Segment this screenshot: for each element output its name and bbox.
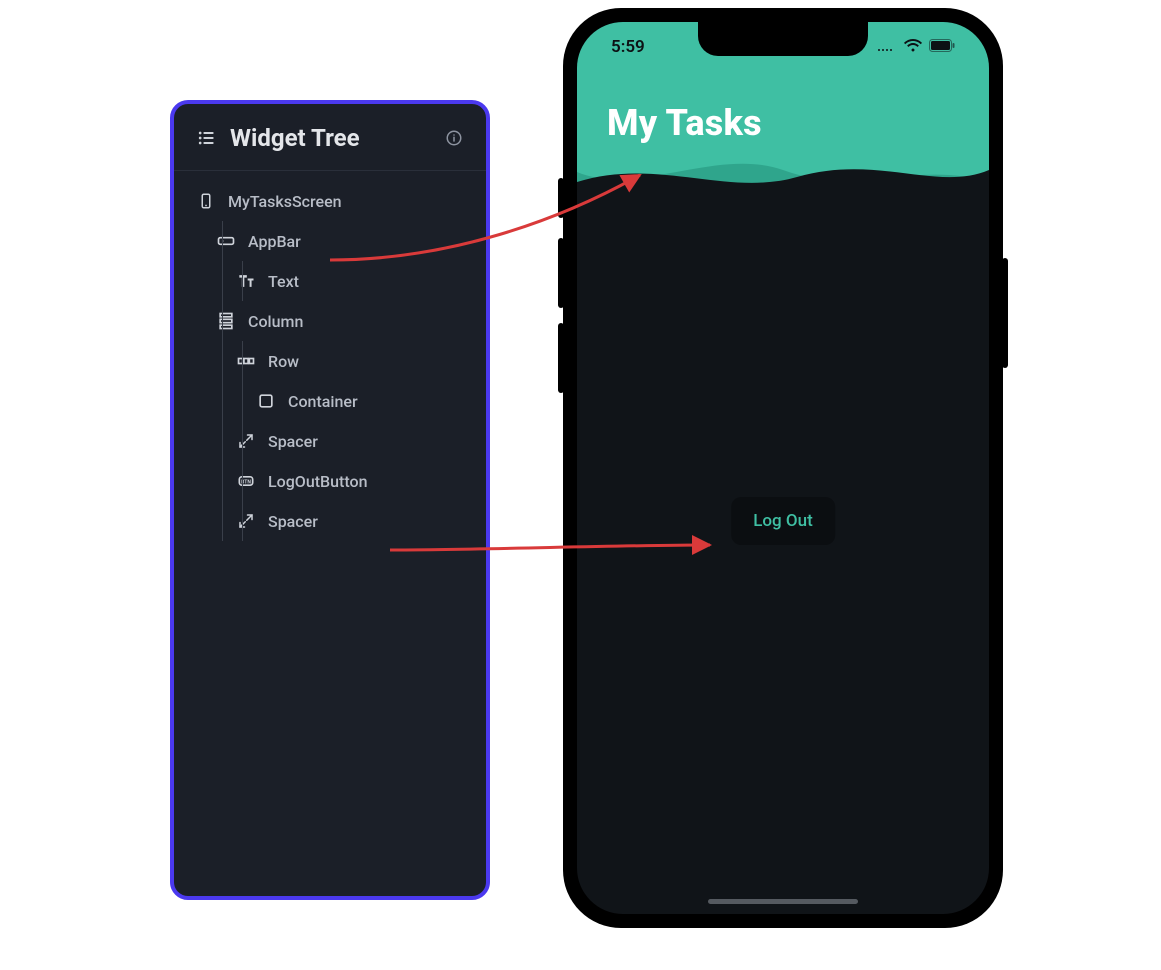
phone-icon [196, 191, 216, 211]
app-title: My Tasks [607, 102, 762, 144]
volume-up-button [558, 238, 564, 308]
phone-frame: 5:59 [563, 8, 1003, 928]
notch [698, 22, 868, 56]
tree-node-spacer-2[interactable]: Spacer [188, 501, 472, 541]
tree-node-text[interactable]: Text [188, 261, 472, 301]
tree-node-label: Spacer [268, 512, 318, 531]
tree-node-label: LogOutButton [268, 472, 368, 491]
appbar-wave [577, 142, 989, 202]
tree-node-label: Spacer [268, 432, 318, 451]
tree-node-logout-button[interactable]: BTN LogOutButton [188, 461, 472, 501]
column-icon [216, 311, 236, 331]
container-icon [256, 391, 276, 411]
wifi-icon [904, 37, 922, 57]
tree-node-label: Text [268, 272, 299, 291]
tree-node-label: AppBar [248, 232, 301, 251]
tree-node-spacer-1[interactable]: Spacer [188, 421, 472, 461]
home-indicator [708, 899, 858, 904]
tree-node-appbar[interactable]: AppBar [188, 221, 472, 261]
tree-node-label: Container [288, 392, 358, 411]
signal-icon [877, 37, 897, 57]
text-icon [236, 271, 256, 291]
phone-screen: 5:59 [577, 22, 989, 914]
mute-switch [558, 178, 564, 218]
widget-tree-header: Widget Tree [174, 104, 486, 171]
tree-node-label: Row [268, 352, 299, 371]
tree-node-container[interactable]: Container [188, 381, 472, 421]
row-icon [236, 351, 256, 371]
tree-node-label: MyTasksScreen [228, 192, 342, 211]
widget-tree-title: Widget Tree [230, 124, 430, 152]
spacer-icon [236, 431, 256, 451]
widget-tree-panel: Widget Tree MyTasksScreen [170, 100, 490, 900]
tree-node-column[interactable]: Column [188, 301, 472, 341]
tree-node-label: Column [248, 312, 303, 331]
tree-node-row[interactable]: Row [188, 341, 472, 381]
tree-icon [196, 128, 216, 148]
status-time: 5:59 [611, 37, 645, 57]
power-button [1002, 258, 1008, 368]
info-icon[interactable] [444, 128, 464, 148]
button-icon: BTN [236, 471, 256, 491]
tree-node-screen[interactable]: MyTasksScreen [188, 181, 472, 221]
appbar-icon [216, 231, 236, 251]
spacer-icon [236, 511, 256, 531]
logout-button[interactable]: Log Out [731, 497, 835, 545]
logout-button-label: Log Out [753, 511, 813, 531]
widget-tree-list: MyTasksScreen AppBar Text [174, 171, 486, 541]
battery-icon [929, 37, 955, 57]
volume-down-button [558, 323, 564, 393]
